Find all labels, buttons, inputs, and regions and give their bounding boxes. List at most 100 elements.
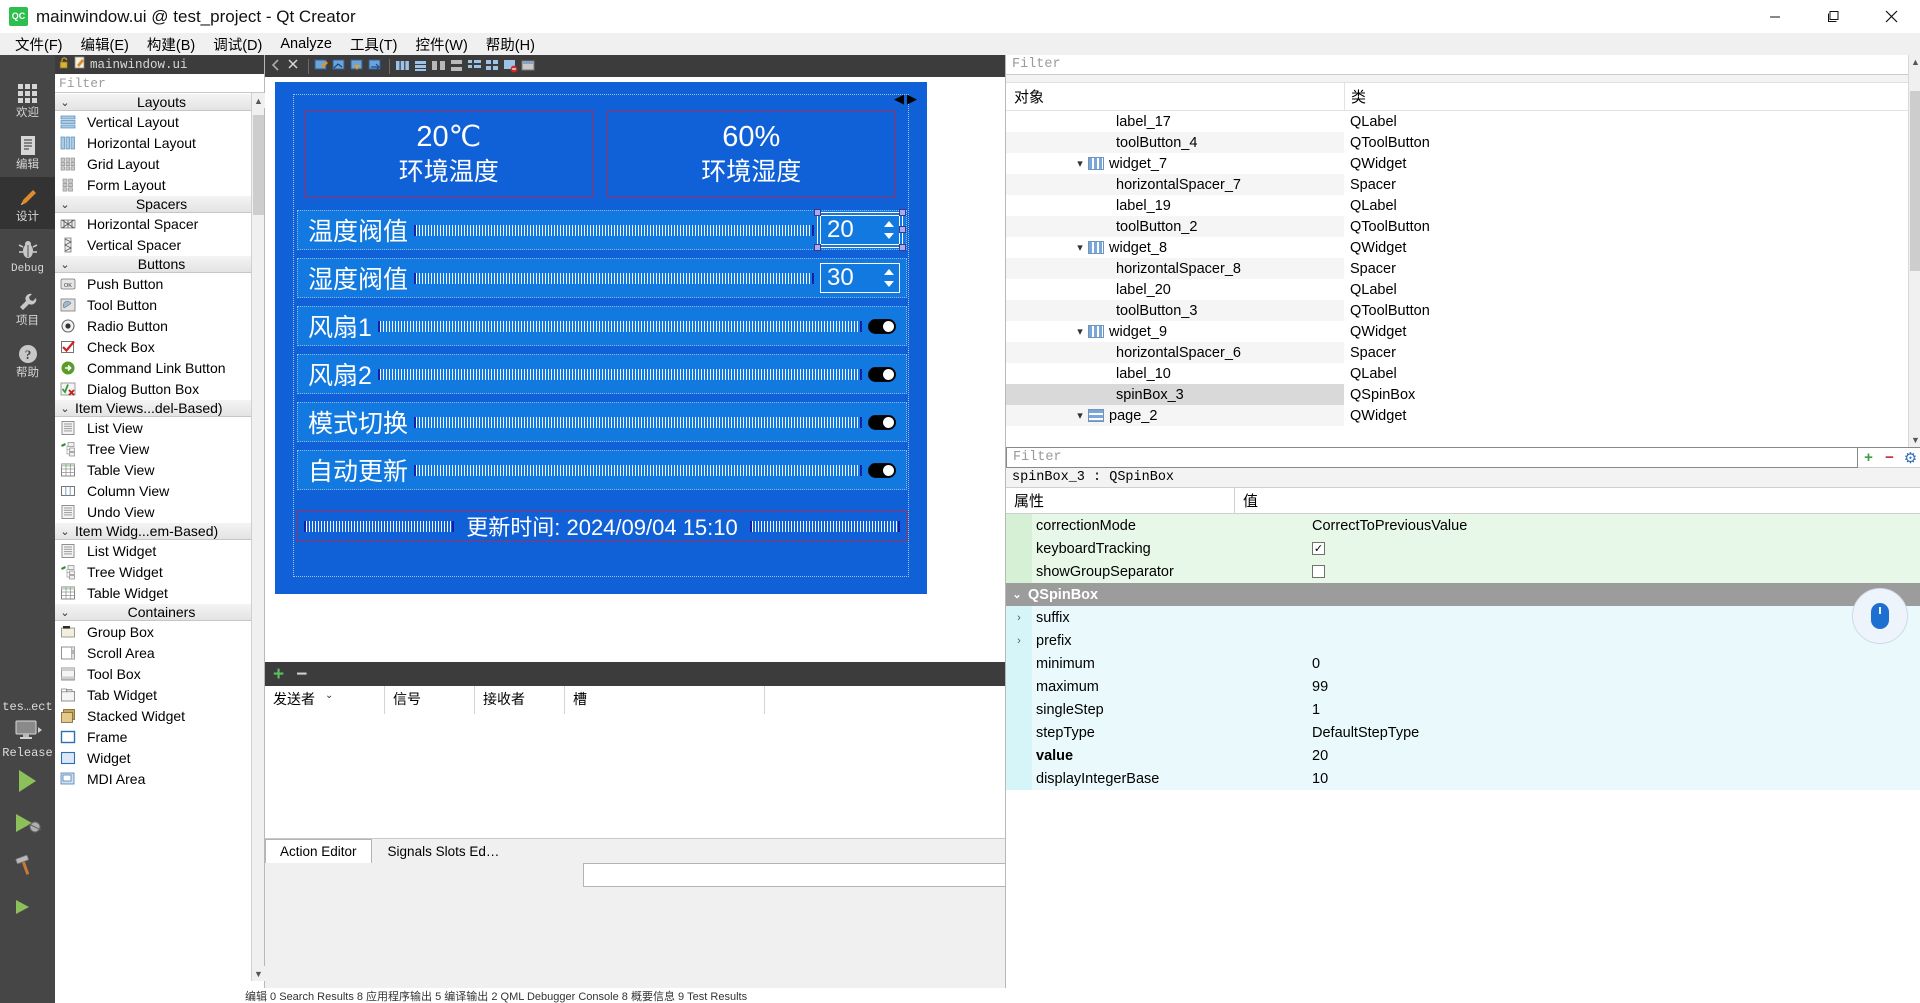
property-add-button[interactable]: + (1858, 447, 1879, 468)
property-row-stepType[interactable]: stepTypeDefaultStepType (1006, 721, 1920, 744)
debug-button[interactable] (0, 802, 55, 844)
property-row-displayIntegerBase[interactable]: displayIntegerBase10 (1006, 767, 1920, 790)
toggle-row-2[interactable]: 模式切换 (297, 402, 907, 442)
toggle-switch-1[interactable] (868, 367, 896, 382)
property-row-suffix[interactable]: ›suffix (1006, 606, 1920, 629)
menu-item-6[interactable]: 控件(W) (406, 32, 476, 57)
break-layout-icon[interactable] (503, 58, 519, 74)
mode-设计[interactable]: 设计 (0, 177, 55, 229)
readout-card-1[interactable]: 60%环境湿度 (607, 111, 897, 197)
menu-item-0[interactable]: 文件(F) (6, 32, 72, 57)
widget-item-column-view[interactable]: Column View (55, 480, 264, 501)
scroll-thumb[interactable] (253, 115, 264, 215)
property-editor-filter[interactable]: Filter (1006, 447, 1858, 468)
chevron-down-icon[interactable]: ▾ (1072, 241, 1088, 254)
add-connection-button[interactable]: + (273, 665, 284, 684)
property-checkbox[interactable] (1312, 565, 1325, 578)
toggle-row-1[interactable]: 风扇2 (297, 354, 907, 394)
widget-item-tool-box[interactable]: Tool Box (55, 663, 264, 684)
widget-item-undo-view[interactable]: Undo View (55, 501, 264, 522)
edit-widgets-icon[interactable] (314, 58, 330, 74)
widget-item-tool-button[interactable]: Tool Button (55, 294, 264, 315)
widget-item-list-widget[interactable]: List Widget (55, 540, 264, 561)
form-resize-handles[interactable]: ◀ ▶ (894, 94, 917, 104)
sender-sort-chevron-icon[interactable]: ⌄ (325, 690, 333, 701)
object-row-widget_9[interactable]: ▾widget_9QWidget (1006, 321, 1920, 342)
widget-item-tree-view[interactable]: Tree View (55, 438, 264, 459)
layout-horizontally-icon[interactable] (395, 58, 411, 74)
property-value-cell[interactable]: 1 (1306, 698, 1920, 721)
build-run-button[interactable] (0, 886, 55, 928)
mode-debug[interactable]: Debug (0, 229, 55, 281)
back-arrow-icon[interactable] (269, 58, 285, 74)
chevron-down-icon[interactable]: ⌄ (1006, 588, 1028, 601)
object-row-toolButton_2[interactable]: toolButton_2QToolButton (1006, 216, 1920, 237)
layout-grid-icon[interactable] (485, 58, 501, 74)
widget-item-check-box[interactable]: Check Box (55, 336, 264, 357)
layout-splitter-h-icon[interactable] (431, 58, 447, 74)
menu-item-1[interactable]: 编辑(E) (72, 32, 138, 57)
kit-selector[interactable]: tes…ect Release (0, 700, 55, 928)
object-row-horizontalSpacer_8[interactable]: horizontalSpacer_8Spacer (1006, 258, 1920, 279)
expander-icon[interactable]: › (1006, 606, 1032, 629)
widget-group-3[interactable]: ⌄Item Views...del-Based) (55, 399, 264, 417)
oi-scroll-down-arrow[interactable]: ▼ (1909, 433, 1920, 447)
property-value-cell[interactable] (1306, 629, 1920, 652)
widget-group-1[interactable]: ⌄Spacers (55, 195, 264, 213)
object-inspector-scrollbar[interactable]: ▲ ▼ (1908, 55, 1920, 447)
widget-box-filter[interactable]: Filter (55, 74, 264, 93)
property-row-correctionMode[interactable]: correctionModeCorrectToPreviousValue (1006, 514, 1920, 537)
widget-item-grid-layout[interactable]: Grid Layout (55, 153, 264, 174)
menu-item-7[interactable]: 帮助(H) (477, 32, 544, 57)
object-row-label_19[interactable]: label_19QLabel (1006, 195, 1920, 216)
object-inspector-filter[interactable]: Filter (1006, 55, 1920, 75)
toggle-row-3[interactable]: 自动更新 (297, 450, 907, 490)
layout-form-icon[interactable] (467, 58, 483, 74)
property-value-cell[interactable] (1306, 606, 1920, 629)
chevron-down-icon[interactable] (884, 281, 894, 287)
property-value-cell[interactable]: 10 (1306, 767, 1920, 790)
spin-box-arrows[interactable] (882, 266, 896, 290)
property-row-keyboardTracking[interactable]: keyboardTracking✓ (1006, 537, 1920, 560)
close-file-icon[interactable] (287, 58, 303, 74)
widget-item-form-layout[interactable]: Form Layout (55, 174, 264, 195)
layout-vertically-icon[interactable] (413, 58, 429, 74)
property-row-value[interactable]: value20 (1006, 744, 1920, 767)
property-group-QSpinBox[interactable]: ⌄QSpinBox (1006, 583, 1920, 606)
update-time-row[interactable]: 更新时间: 2024/09/04 15:10 (297, 510, 907, 542)
menu-item-5[interactable]: 工具(T) (341, 32, 407, 57)
minimize-button[interactable] (1746, 0, 1804, 33)
widget-item-tab-widget[interactable]: Tab Widget (55, 684, 264, 705)
chevron-up-icon[interactable] (884, 269, 894, 275)
spin-row-0[interactable]: 温度阀值20 (297, 210, 907, 250)
oi-scroll-thumb[interactable] (1910, 91, 1920, 271)
kit-target-row[interactable] (0, 714, 55, 746)
chevron-down-icon[interactable]: ▾ (1072, 325, 1088, 338)
object-row-spinBox_3[interactable]: spinBox_3QSpinBox (1006, 384, 1920, 405)
object-row-page_2[interactable]: ▾page_2QWidget (1006, 405, 1920, 426)
expander-icon[interactable]: › (1006, 629, 1032, 652)
property-row-showGroupSeparator[interactable]: showGroupSeparator (1006, 560, 1920, 583)
property-value-cell[interactable]: 99 (1306, 675, 1920, 698)
widget-group-5[interactable]: ⌄Containers (55, 603, 264, 621)
widget-item-push-button[interactable]: OKPush Button (55, 273, 264, 294)
form-canvas[interactable]: ◀ ▶ 20℃环境温度60%环境湿度 温度阀值20湿度阀值30风扇1风扇2模式切… (265, 77, 1005, 662)
object-row-toolButton_3[interactable]: toolButton_3QToolButton (1006, 300, 1920, 321)
widget-item-scroll-area[interactable]: Scroll Area (55, 642, 264, 663)
spin-box-1[interactable]: 30 (820, 263, 900, 293)
layout-splitter-v-icon[interactable] (449, 58, 465, 74)
property-editor-rows[interactable]: correctionModeCorrectToPreviousValuekeyb… (1006, 514, 1920, 790)
property-remove-button[interactable]: − (1879, 447, 1900, 468)
mode-帮助[interactable]: ?帮助 (0, 333, 55, 385)
widget-item-table-view[interactable]: Table View (55, 459, 264, 480)
property-settings-button[interactable]: ⚙ (1900, 447, 1920, 468)
object-row-label_17[interactable]: label_17QLabel (1006, 111, 1920, 132)
mode-项目[interactable]: 项目 (0, 281, 55, 333)
object-row-label_10[interactable]: label_10QLabel (1006, 363, 1920, 384)
object-row-widget_8[interactable]: ▾widget_8QWidget (1006, 237, 1920, 258)
widget-item-command-link-button[interactable]: Command Link Button (55, 357, 264, 378)
remove-connection-button[interactable]: − (296, 665, 307, 684)
widget-group-4[interactable]: ⌄Item Widg...em-Based) (55, 522, 264, 540)
spin-row-1[interactable]: 湿度阀值30 (297, 258, 907, 298)
property-row-maximum[interactable]: maximum99 (1006, 675, 1920, 698)
